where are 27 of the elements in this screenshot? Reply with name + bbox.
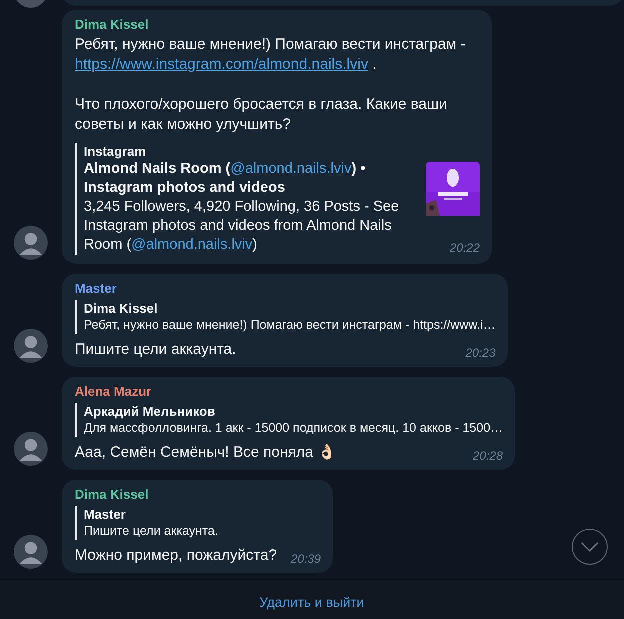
message-text: Можно пример, пожалуйста?	[75, 546, 278, 566]
message-time: 20:22	[450, 241, 480, 255]
message-text: Ребят, нужно ваше мнение!) Помагаю вести инстаграм - https://www.instagram.com/almond.nails.lviv . Что плохого/хорошего бросается в глаза. Какие ваши советы и как можно улучшить?	[75, 35, 467, 135]
reply-quote[interactable]: Dima Kissel Ребят, нужно ваше мнение!) Помагаю вести инстаграм - https://www.i…	[75, 300, 496, 334]
sender-name[interactable]: Dima Kissel	[75, 17, 149, 32]
message-time: 20:39	[291, 552, 322, 566]
quote-author: Dima Kissel	[84, 300, 159, 317]
sender-name[interactable]: Master	[75, 281, 117, 296]
preview-site-name: Instagram	[84, 143, 148, 160]
message-time: 20:23	[466, 346, 496, 360]
reply-quote[interactable]: Master Пишите цели аккаунта.	[75, 506, 322, 540]
message-text: Пишите цели аккаунта.	[75, 340, 236, 360]
delete-and-leave-button[interactable]: Удалить и выйти	[252, 590, 372, 614]
quote-author: Аркадий Мельников	[84, 403, 216, 420]
mention-link[interactable]: @almond.nails.lviv	[230, 161, 352, 177]
quote-text: Ребят, нужно ваше мнение!) Помагаю вести инстаграм - https://www.i…	[84, 317, 496, 334]
message-time: 20:28	[473, 449, 504, 463]
quote-author: Master	[84, 506, 127, 523]
message-text: Ааа, Семён Семёныч! Все поняла 👌🏻	[75, 443, 337, 463]
mention-link[interactable]: @almond.nails.lviv	[132, 237, 253, 253]
message-link[interactable]: https://www.instagram.com/almond.nails.lviv	[75, 56, 368, 73]
quote-text: Для массфолловинга. 1 акк - 15000 подписок в месяц. 10 акков - 1500…	[84, 420, 504, 437]
reply-quote[interactable]: Аркадий Мельников Для массфолловинга. 1 акк - 15000 подписок в месяц. 10 акков - 1500…	[75, 403, 504, 437]
sender-name[interactable]: Alena Mazur	[75, 384, 152, 399]
preview-description: Almond Nails Room (@almond.nails.lviv) • Instagram photos and videos 3,245 Followers, 4,920 Following, 36 Posts - See Instagram photos and videos from Almond Nails Room (@almond.nails.lviv)	[84, 160, 400, 255]
quote-text: Пишите цели аккаунта.	[84, 523, 220, 540]
sender-name[interactable]: Dima Kissel	[75, 487, 149, 502]
